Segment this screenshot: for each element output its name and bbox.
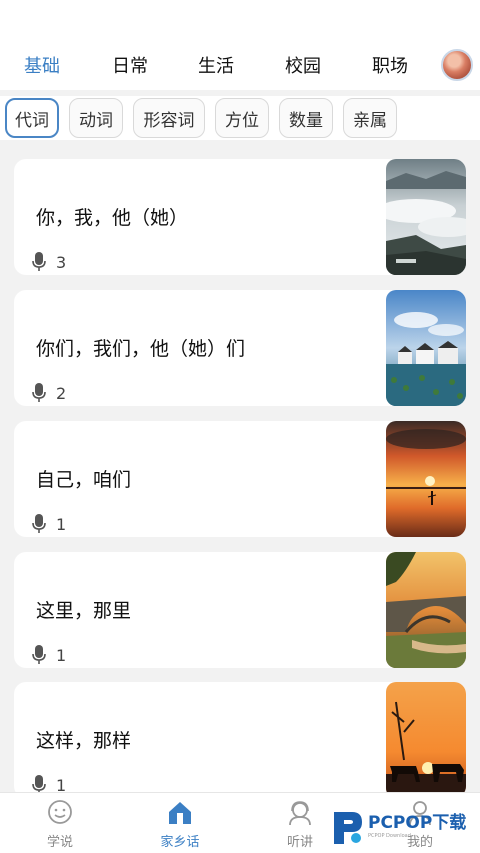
smiley-chat-icon: [48, 800, 72, 824]
pcpop-logo-icon: [334, 812, 362, 844]
microphone-icon: [32, 775, 46, 792]
misty-mountain-image: [386, 159, 466, 275]
sub-category-chips: 代词 动词 形容词 方位 数量 亲属: [0, 96, 480, 140]
microphone-icon: [32, 383, 46, 402]
sunset-lake-image: [386, 421, 466, 537]
chip-relatives[interactable]: 亲属: [343, 98, 397, 138]
tab-workplace[interactable]: 职场: [372, 52, 408, 78]
microphone-icon: [32, 645, 46, 664]
item-title: 这样，那样: [36, 730, 132, 752]
stone-bridge-image: [386, 552, 466, 668]
list-item[interactable]: 你，我，他（她） 3: [14, 159, 466, 275]
item-title: 你们，我们，他（她）们: [36, 338, 246, 360]
nav-learn-speak[interactable]: 学说: [10, 799, 110, 851]
recording-count: 3: [32, 251, 66, 273]
village-pond-image: [386, 290, 466, 406]
chip-pronoun[interactable]: 代词: [5, 98, 59, 138]
headset-person-icon: [289, 801, 311, 826]
chip-adjective[interactable]: 形容词: [133, 98, 205, 138]
microphone-icon: [32, 514, 46, 533]
count-value: 3: [56, 252, 67, 272]
phrase-list: 你，我，他（她） 3 你们，我们，他（她）们 2 自己，咱们 1 这里，那里 1…: [0, 146, 480, 792]
nav-label: 学说: [46, 835, 73, 850]
chip-direction[interactable]: 方位: [215, 98, 269, 138]
count-value: 1: [56, 514, 67, 534]
list-item[interactable]: 自己，咱们 1: [14, 421, 466, 537]
watermark-text: PCPOP下载: [368, 813, 467, 833]
recording-count: 1: [32, 774, 66, 792]
nav-label: 家乡话: [160, 835, 200, 850]
list-item[interactable]: 这里，那里 1: [14, 552, 466, 668]
category-tabs: 基础 日常 生活 校园 职场: [0, 48, 440, 84]
tab-campus[interactable]: 校园: [285, 52, 321, 78]
item-title: 你，我，他（她）: [36, 207, 189, 229]
item-title: 这里，那里: [36, 600, 132, 622]
tab-life[interactable]: 生活: [198, 52, 234, 78]
top-bar: 基础 日常 生活 校园 职场: [0, 0, 480, 90]
chip-quantity[interactable]: 数量: [279, 98, 333, 138]
home-icon: [169, 802, 191, 824]
chip-verb[interactable]: 动词: [69, 98, 123, 138]
recording-count: 1: [32, 513, 66, 535]
avatar[interactable]: [441, 49, 473, 81]
pcpop-watermark: PCPOP下载 PCPOP Download: [330, 806, 478, 848]
item-title: 自己，咱们: [36, 469, 132, 491]
count-value: 1: [56, 645, 67, 665]
buffalo-sunset-image: [386, 682, 466, 792]
count-value: 2: [56, 383, 67, 403]
list-item[interactable]: 你们，我们，他（她）们 2: [14, 290, 466, 406]
watermark-subtext: PCPOP Download: [368, 833, 411, 839]
recording-count: 1: [32, 644, 66, 666]
microphone-icon: [32, 252, 46, 271]
count-value: 1: [56, 775, 67, 793]
nav-hometown-dialect[interactable]: 家乡话: [130, 799, 230, 851]
tab-daily[interactable]: 日常: [112, 52, 148, 78]
list-item[interactable]: 这样，那样 1: [14, 682, 466, 792]
recording-count: 2: [32, 382, 66, 404]
tab-basic[interactable]: 基础: [24, 52, 60, 78]
